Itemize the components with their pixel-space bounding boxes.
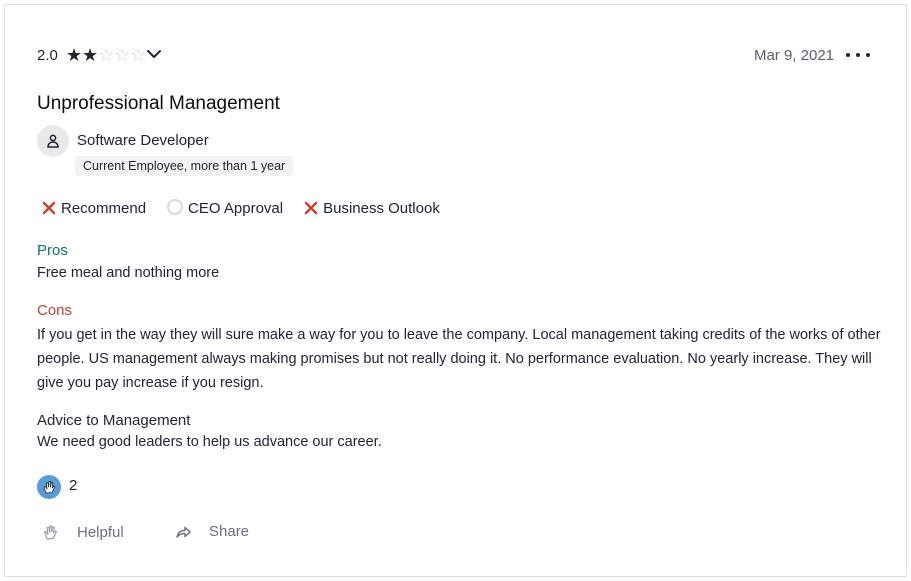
clapping-hands-icon [43,525,57,540]
x-icon [42,201,56,215]
indicator-ceo-approval-label: CEO Approval [188,199,284,217]
pros-heading: Pros [37,242,68,259]
pros-text: Free meal and nothing more [37,265,220,281]
review-title: Unprofessional Management [37,93,280,114]
star-icon: ☆ [98,45,115,65]
star-icon: ☆ [114,45,131,65]
person-icon [47,134,59,148]
review-indicators: Recommend CEO Approval Business Outlook [41,199,460,217]
circle-icon [167,199,184,215]
tenure-badge: Current Employee, more than 1 year [75,156,294,176]
share-button[interactable]: Share [175,523,249,540]
star-icon: ★ [66,45,83,65]
indicator-ceo-approval: CEO Approval [166,199,283,217]
clapping-hands-icon [43,481,56,494]
indicator-business-outlook-label: Business Outlook [323,199,440,217]
share-button-label: Share [209,523,250,540]
cons-heading: Cons [37,302,73,319]
helpful-button-label: Helpful [77,523,124,541]
helpful-badge [37,475,61,499]
helpful-count: 2 [69,477,78,494]
rating-stars: ★ ★ ☆ ☆ ☆ [66,46,146,64]
cons-text: If you get in the way they will sure mak… [37,327,881,391]
star-icon: ★ [82,45,99,65]
rating-value: 2.0 [37,47,58,64]
avatar [37,125,69,157]
advice-heading: Advice to Management [37,412,191,429]
indicator-recommend-label: Recommend [61,199,147,217]
share-arrow-icon [176,526,191,538]
author-role: Software Developer [77,132,209,149]
advice-text: We need good leaders to help us advance … [37,434,382,450]
chevron-down-icon[interactable] [145,45,163,63]
x-icon [304,201,318,215]
indicator-business-outlook: Business Outlook [303,200,440,217]
indicator-recommend: Recommend [41,200,146,217]
helpful-button[interactable]: Helpful [41,523,124,541]
star-icon: ☆ [130,45,147,65]
review-card: 2.0 ★ ★ ☆ ☆ ☆ Mar 9, 2021 Unprofessional… [4,4,907,577]
more-options-icon[interactable] [846,45,870,65]
review-date: Mar 9, 2021 [753,47,834,64]
